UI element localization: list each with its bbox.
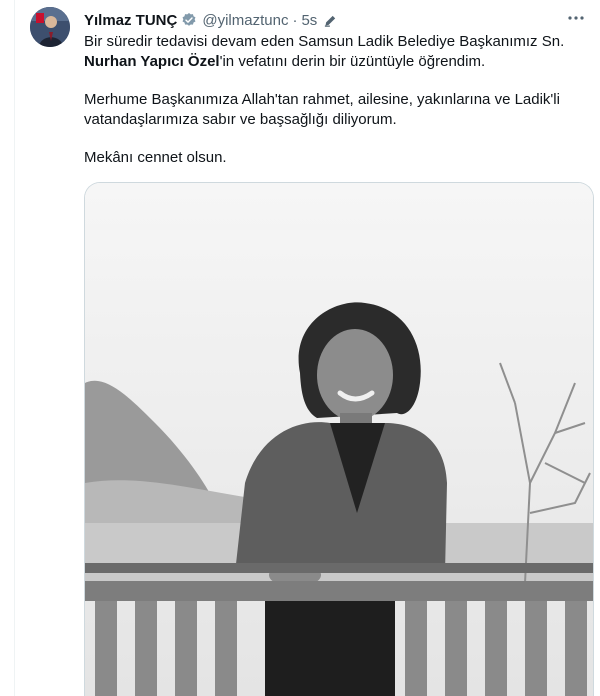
thread-divider	[14, 0, 15, 696]
mentioned-name: Nurhan Yapıcı Özel	[84, 53, 220, 70]
tweet-text: Bir süredir tedavisi devam eden Samsun L…	[84, 32, 584, 168]
tweet-paragraph-1: Bir süredir tedavisi devam eden Samsun L…	[84, 32, 584, 72]
tweet-header: Yılmaz TUNÇ @yilmaztunc · 5s	[84, 10, 338, 30]
timestamp[interactable]: 5s	[301, 12, 317, 29]
tweet-text-line2: 'in vefatını derin bir üzüntüyle öğrendi…	[219, 53, 486, 70]
tweet-text-line1: Bir süredir tedavisi devam eden Samsun L…	[84, 33, 565, 50]
tweet-paragraph-2: Merhume Başkanımıza Allah'tan rahmet, ai…	[84, 91, 560, 128]
author-name[interactable]: Yılmaz TUNÇ	[84, 12, 177, 29]
verified-badge-icon	[181, 12, 197, 28]
pencil-icon[interactable]	[323, 13, 338, 28]
separator-dot: ·	[292, 11, 298, 29]
more-options-icon[interactable]	[562, 6, 590, 30]
author-handle[interactable]: @yilmaztunc	[202, 12, 288, 29]
tweet-photo[interactable]	[84, 182, 594, 696]
avatar[interactable]	[30, 7, 70, 47]
tweet-paragraph-3: Mekânı cennet olsun.	[84, 149, 227, 166]
